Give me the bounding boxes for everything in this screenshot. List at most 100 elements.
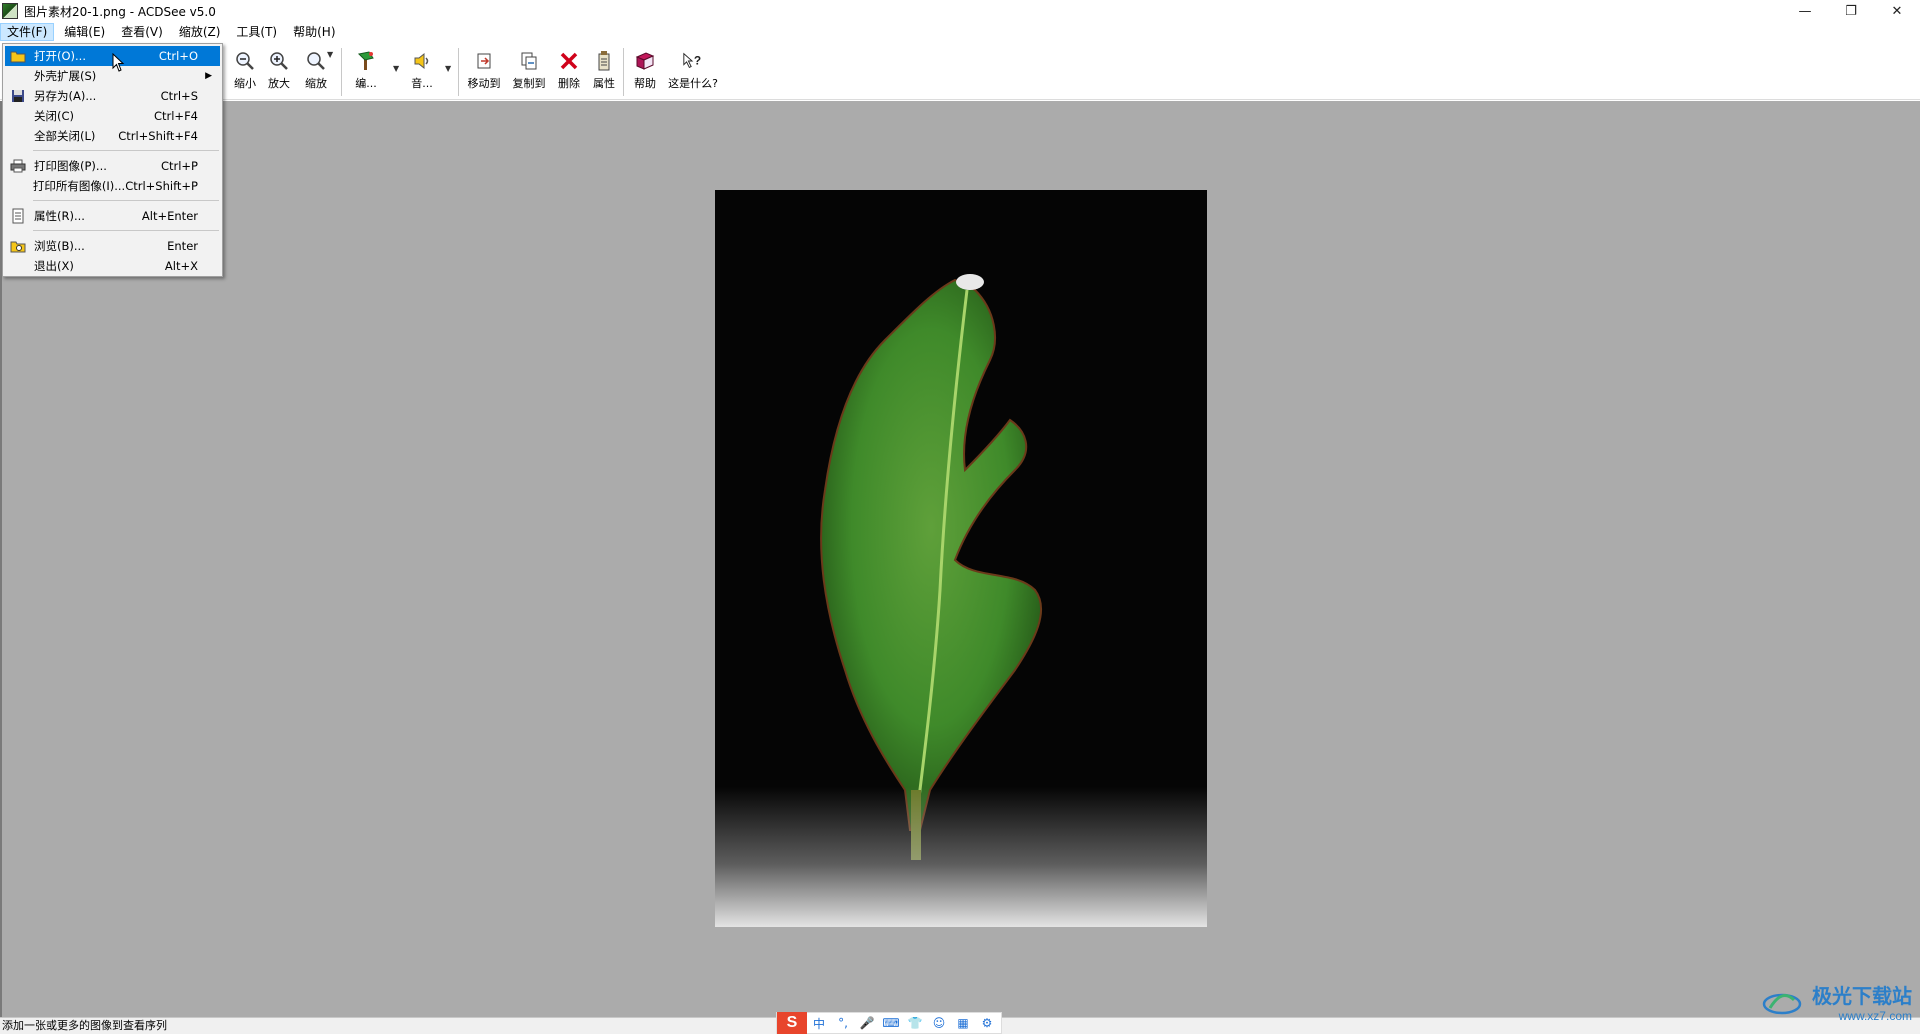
- help-button[interactable]: 帮助: [625, 50, 665, 96]
- menu-item-close-shortcut: Ctrl+F4: [153, 109, 198, 123]
- delete-label: 删除: [558, 77, 580, 90]
- photo-bottom-glow: [715, 787, 1207, 927]
- toolbar-separator: [341, 48, 342, 96]
- close-button[interactable]: ✕: [1874, 0, 1920, 22]
- toolbar: 缩小 放大 缩放 ▼ 编... ▼ 音... ▼ 移动到 复制到 删除 属性 帮…: [0, 42, 1920, 100]
- menu-item-save-as[interactable]: 另存为(A)... Ctrl+S: [5, 86, 220, 106]
- menu-item-browse[interactable]: 浏览(B)... Enter: [5, 236, 220, 256]
- zoom-out-label: 缩小: [234, 77, 256, 90]
- menu-item-close-all[interactable]: 全部关闭(L) Ctrl+Shift+F4: [5, 126, 220, 146]
- save-icon: [8, 87, 28, 105]
- window-controls: — ❐ ✕: [1782, 0, 1920, 22]
- menu-separator: [33, 230, 219, 231]
- move-to-icon: [473, 50, 495, 72]
- delete-button[interactable]: 删除: [549, 50, 589, 96]
- audio-button[interactable]: 音...: [402, 50, 442, 96]
- audio-label: 音...: [411, 77, 433, 90]
- zoom-label: 缩放: [305, 77, 327, 90]
- zoom-in-button[interactable]: 放大: [259, 50, 299, 96]
- ime-emoji-icon[interactable]: ☺: [927, 1016, 951, 1030]
- ime-voice-icon[interactable]: 🎤: [855, 1016, 879, 1030]
- mouse-cursor-icon: [112, 53, 125, 72]
- menu-item-shell-extensions-label: 外壳扩展(S): [34, 69, 97, 83]
- ime-settings-icon[interactable]: ⚙: [975, 1016, 999, 1030]
- toolbar-separator: [458, 48, 459, 96]
- menu-item-close-label: 关闭(C): [34, 109, 75, 123]
- zoom-in-icon: [268, 50, 290, 72]
- menu-item-save-as-shortcut: Ctrl+S: [160, 89, 198, 103]
- file-menu-dropdown: 打开(O)... Ctrl+O 外壳扩展(S) ▶ 另存为(A)... Ctrl…: [2, 43, 223, 277]
- menu-item-save-as-label: 另存为(A)...: [34, 89, 97, 103]
- image-viewer[interactable]: [0, 101, 1920, 1017]
- properties-label: 属性: [593, 77, 615, 90]
- menu-separator: [33, 150, 219, 151]
- menu-item-print-all[interactable]: 打印所有图像(I)... Ctrl+Shift+P: [5, 176, 220, 196]
- menu-item-print-image-shortcut: Ctrl+P: [160, 159, 198, 173]
- window-title: 图片素材20-1.png - ACDSee v5.0: [24, 4, 216, 19]
- menu-item-print-all-shortcut: Ctrl+Shift+P: [125, 179, 198, 193]
- watermark: 极光下载站 www.xz7.com: [1762, 980, 1912, 1023]
- menu-item-close-all-label: 全部关闭(L): [34, 129, 96, 143]
- ime-chinese-toggle[interactable]: 中: [807, 1015, 831, 1032]
- submenu-arrow-icon: ▶: [205, 71, 212, 81]
- zoom-out-icon: [234, 50, 256, 72]
- menu-tools[interactable]: 工具(T): [230, 23, 283, 41]
- menu-item-close-all-shortcut: Ctrl+Shift+F4: [118, 129, 198, 143]
- audio-icon: [411, 50, 433, 72]
- menu-item-open-label: 打开(O)...: [34, 49, 86, 63]
- acdsee-app-icon: [2, 3, 18, 19]
- menu-view[interactable]: 查看(V): [115, 23, 169, 41]
- ime-keyboard-icon[interactable]: ⌨: [879, 1016, 903, 1030]
- menu-item-properties[interactable]: 属性(R)... Alt+Enter: [5, 206, 220, 226]
- leaf-photo: [715, 190, 1207, 927]
- sogou-logo-icon[interactable]: S: [777, 1012, 807, 1034]
- svg-text:?: ?: [694, 54, 701, 68]
- toolbar-separator: [623, 48, 624, 96]
- ime-punctuation-icon[interactable]: °,: [831, 1016, 855, 1030]
- open-folder-icon: [8, 47, 28, 65]
- zoom-in-label: 放大: [268, 77, 290, 90]
- menu-item-properties-shortcut: Alt+Enter: [141, 209, 198, 223]
- watermark-url: www.xz7.com: [1838, 1009, 1912, 1023]
- status-text: 添加一张或更多的图像到查看序列: [2, 1019, 167, 1032]
- menu-item-browse-shortcut: Enter: [167, 239, 198, 253]
- menu-item-exit[interactable]: 退出(X) Alt+X: [5, 256, 220, 276]
- menu-file[interactable]: 文件(F): [0, 23, 55, 41]
- edit-dropdown-arrow-icon[interactable]: ▼: [393, 64, 399, 73]
- properties-icon: [8, 207, 28, 225]
- copy-to-label: 复制到: [512, 77, 546, 90]
- zoom-icon: [305, 50, 327, 72]
- audio-dropdown-arrow-icon[interactable]: ▼: [445, 64, 451, 73]
- menu-item-print-all-label: 打印所有图像(I)...: [32, 179, 126, 193]
- watermark-logo-icon: [1762, 993, 1802, 1015]
- help-label: 帮助: [634, 77, 656, 90]
- title-bar: 图片素材20-1.png - ACDSee v5.0 — ❐ ✕: [0, 0, 1920, 22]
- restore-button[interactable]: ❐: [1828, 0, 1874, 22]
- menu-help[interactable]: 帮助(H): [287, 23, 341, 41]
- menu-item-close[interactable]: 关闭(C) Ctrl+F4: [5, 106, 220, 126]
- edit-button[interactable]: 编...: [346, 50, 386, 96]
- menu-bar: 文件(F) 编辑(E) 查看(V) 缩放(Z) 工具(T) 帮助(H): [0, 22, 1920, 42]
- minimize-button[interactable]: —: [1782, 0, 1828, 22]
- ime-toolbox-icon[interactable]: ▦: [951, 1016, 975, 1030]
- menu-item-properties-label: 属性(R)...: [34, 209, 85, 223]
- zoom-dropdown-arrow-icon[interactable]: ▼: [327, 50, 333, 59]
- menu-item-exit-label: 退出(X): [34, 259, 74, 273]
- copy-to-icon: [518, 50, 540, 72]
- edit-icon: [355, 50, 377, 72]
- menu-edit[interactable]: 编辑(E): [58, 23, 111, 41]
- ime-skin-icon[interactable]: 👕: [903, 1016, 927, 1030]
- menu-zoom[interactable]: 缩放(Z): [173, 23, 227, 41]
- whats-this-label: 这是什么?: [668, 77, 718, 90]
- move-to-button[interactable]: 移动到: [464, 50, 504, 96]
- browse-icon: [8, 237, 28, 255]
- properties-button[interactable]: 属性: [584, 50, 624, 96]
- delete-icon: [558, 50, 580, 72]
- move-to-label: 移动到: [467, 77, 501, 90]
- copy-to-button[interactable]: 复制到: [509, 50, 549, 96]
- whats-this-button[interactable]: ? 这是什么?: [667, 50, 719, 96]
- menu-item-exit-shortcut: Alt+X: [164, 259, 198, 273]
- menu-item-open-shortcut: Ctrl+O: [158, 49, 198, 63]
- menu-item-print-image[interactable]: 打印图像(P)... Ctrl+P: [5, 156, 220, 176]
- ime-toolbar: S 中 °, 🎤 ⌨ 👕 ☺ ▦ ⚙: [776, 1012, 1002, 1034]
